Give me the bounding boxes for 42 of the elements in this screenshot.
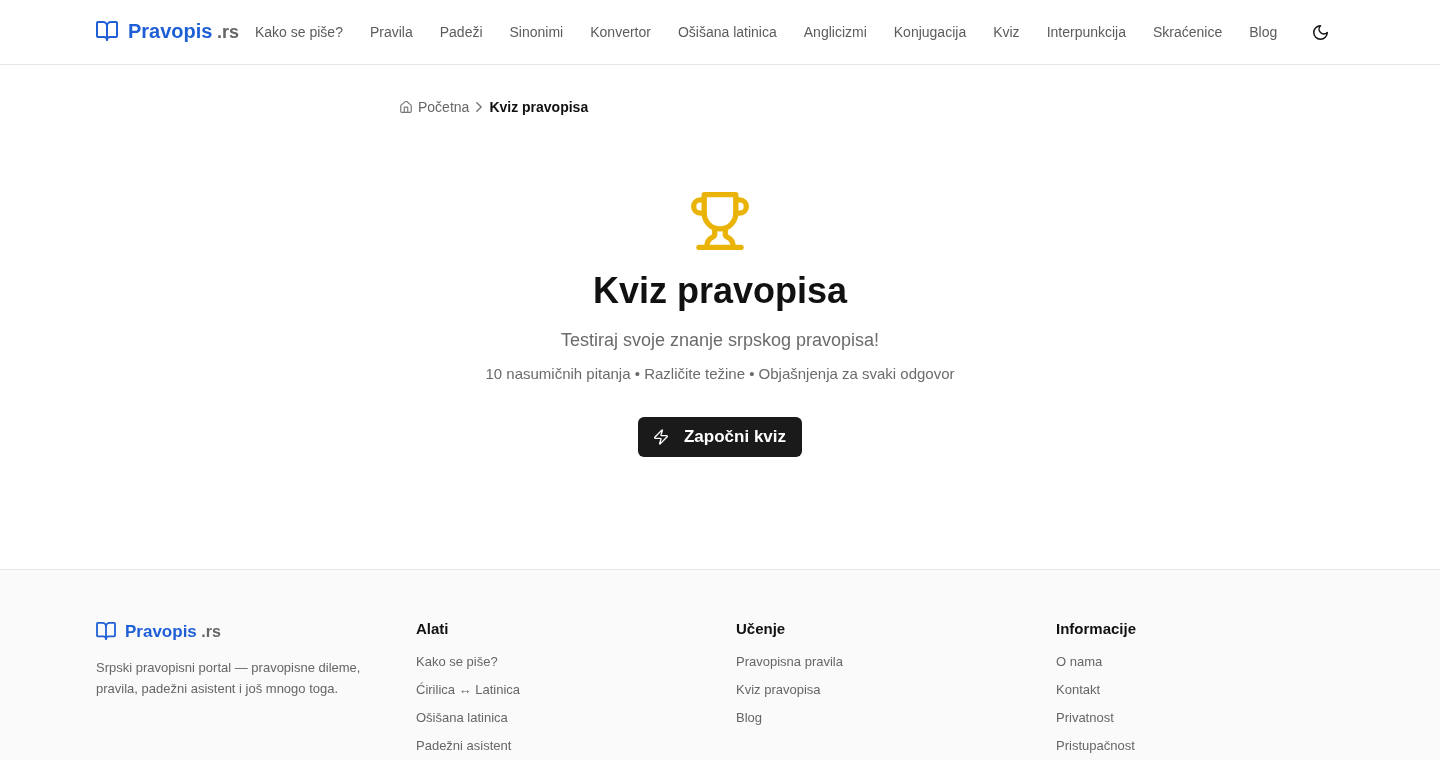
- nav-link[interactable]: Konjugacija: [893, 24, 967, 40]
- lightning-icon: [654, 429, 668, 445]
- footer-link[interactable]: Kontakt: [1056, 680, 1101, 700]
- start-quiz-button[interactable]: Započni kviz: [638, 417, 802, 457]
- nav-link[interactable]: Ošišana latinica: [677, 24, 777, 40]
- moon-icon: [1313, 24, 1328, 40]
- footer-logo-link[interactable]: Pravopis .rs: [96, 618, 221, 646]
- footer-link[interactable]: O nama: [1056, 652, 1103, 672]
- footer-heading: Učenje: [736, 619, 787, 639]
- book-icon: [96, 622, 116, 640]
- footer-link[interactable]: Kako se piše?: [416, 652, 498, 672]
- footer-link[interactable]: Ošišana latinica: [416, 708, 508, 728]
- quiz-features-text: 10 nasumičnih pitanja • Različite težine • Objašnjenja za svaki odgovor: [485, 364, 955, 384]
- page-subtitle: Testiraj svoje znanje srpskog pravopisa!: [560, 329, 880, 352]
- footer-heading: Alati: [416, 619, 450, 639]
- nav-link[interactable]: Anglicizmi: [803, 24, 867, 40]
- page-title: Kviz pravopisa: [592, 269, 848, 313]
- nav-link[interactable]: Padeži: [439, 24, 483, 40]
- home-icon: [400, 101, 412, 113]
- footer-link[interactable]: Blog: [736, 708, 763, 728]
- chevron-right-icon: [476, 102, 483, 112]
- footer-link[interactable]: Kviz pravopisa: [736, 680, 821, 700]
- nav-link[interactable]: Sinonimi: [509, 24, 564, 40]
- footer-description: Srpski pravopisni portal — pravopisne dileme, pravila, padežni asistent i još mnogo toga.: [96, 659, 362, 698]
- footer-link[interactable]: Pravopisna pravila: [736, 652, 843, 672]
- footer-link[interactable]: Ćirilica ↔ Latinica: [416, 680, 521, 700]
- footer-heading: Informacije: [1056, 619, 1138, 639]
- footer-link[interactable]: Pristupačnost: [1056, 736, 1135, 756]
- footer-link[interactable]: Padežni asistent: [416, 736, 512, 756]
- nav-link[interactable]: Pravila: [369, 24, 413, 40]
- nav-link[interactable]: Skraćenice: [1153, 24, 1223, 40]
- breadcrumb-link[interactable]: Početna: [400, 99, 470, 115]
- nav-link[interactable]: Interpunkcija: [1046, 24, 1126, 40]
- nav-link[interactable]: Konvertor: [590, 24, 651, 40]
- breadcrumb-current: Kviz pravopisa: [489, 99, 589, 115]
- nav-link[interactable]: Blog: [1249, 24, 1278, 40]
- logo-link[interactable]: Pravopis .rs: [96, 17, 239, 47]
- footer-link[interactable]: Privatnost: [1056, 708, 1114, 728]
- nav-link[interactable]: Kviz: [993, 24, 1020, 40]
- book-icon: [96, 21, 118, 41]
- trophy-icon: [691, 192, 749, 250]
- nav-link[interactable]: Kako se piše?: [254, 24, 343, 40]
